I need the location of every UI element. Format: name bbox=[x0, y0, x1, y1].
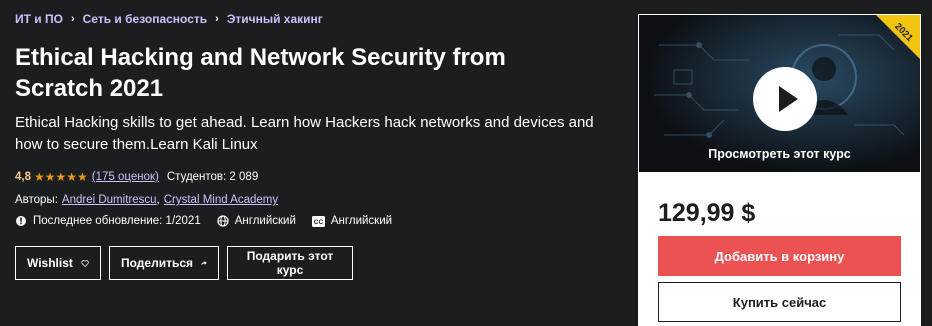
captions: CC Английский bbox=[311, 215, 393, 227]
svg-text:CC: CC bbox=[314, 219, 324, 226]
meta-row: Последнее обновление: 1/2021 Английский … bbox=[15, 215, 408, 227]
closed-captions-icon: CC bbox=[311, 215, 325, 227]
language: Английский bbox=[217, 215, 296, 227]
add-to-cart-button[interactable]: Добавить в корзину bbox=[658, 236, 901, 276]
breadcrumb-item-it[interactable]: ИТ и ПО bbox=[15, 12, 63, 26]
play-button[interactable] bbox=[753, 67, 817, 131]
heart-icon bbox=[81, 259, 89, 267]
preview-label: Просмотреть этот курс bbox=[708, 147, 851, 161]
reviews-link[interactable]: (175 оценок) bbox=[92, 171, 159, 183]
share-label: Поделиться bbox=[121, 256, 194, 270]
buy-now-button[interactable]: Купить сейчас bbox=[658, 282, 901, 322]
last-updated: Последнее обновление: 1/2021 bbox=[15, 215, 201, 227]
rating-value: 4,8 bbox=[15, 171, 31, 183]
wishlist-button[interactable]: Wishlist bbox=[15, 246, 101, 280]
course-preview[interactable]: 2021 Просмотреть этот курс bbox=[639, 15, 920, 172]
author-link[interactable]: Crystal Mind Academy bbox=[164, 194, 278, 206]
gift-course-button[interactable]: Подарить этот курс bbox=[227, 246, 353, 280]
wishlist-label: Wishlist bbox=[27, 256, 73, 270]
play-icon bbox=[779, 86, 798, 112]
share-button[interactable]: Поделиться bbox=[109, 246, 219, 280]
author-link[interactable]: Andrei Dumitrescu bbox=[62, 194, 157, 206]
breadcrumb-item-ethical-hacking[interactable]: Этичный хакинг bbox=[227, 12, 323, 26]
breadcrumb: ИТ и ПО › Сеть и безопасность › Этичный … bbox=[15, 12, 323, 26]
gift-label: Подарить этот курс bbox=[246, 249, 334, 277]
course-price: 129,99 $ bbox=[658, 199, 756, 227]
captions-text: Английский bbox=[330, 215, 393, 227]
breadcrumb-item-network-security[interactable]: Сеть и безопасность bbox=[83, 12, 208, 26]
chevron-right-icon: › bbox=[70, 13, 75, 25]
share-arrow-icon bbox=[201, 260, 207, 266]
chevron-right-icon: › bbox=[215, 13, 219, 25]
purchase-card: 2021 Просмотреть этот курс 129,99 $ Доба… bbox=[638, 14, 921, 326]
last-updated-text: Последнее обновление: 1/2021 bbox=[33, 215, 201, 227]
globe-icon bbox=[217, 215, 229, 227]
language-text: Английский bbox=[234, 215, 296, 227]
course-title: Ethical Hacking and Network Security fro… bbox=[15, 44, 506, 102]
alert-badge-icon bbox=[16, 216, 26, 226]
course-subtitle: Ethical Hacking skills to get ahead. Lea… bbox=[15, 114, 594, 153]
star-rating-icon: ★★★★★ bbox=[34, 170, 88, 184]
authors-row: Авторы: Andrei Dumitrescu, Crystal Mind … bbox=[15, 194, 279, 206]
authors-label: Авторы: bbox=[15, 194, 58, 206]
rating-row: 4,8 ★★★★★ (175 оценок) Студентов: 2 089 bbox=[15, 170, 258, 184]
students-count: Студентов: 2 089 bbox=[166, 171, 259, 183]
action-buttons: Wishlist Поделиться Подарить этот курс bbox=[15, 246, 361, 280]
